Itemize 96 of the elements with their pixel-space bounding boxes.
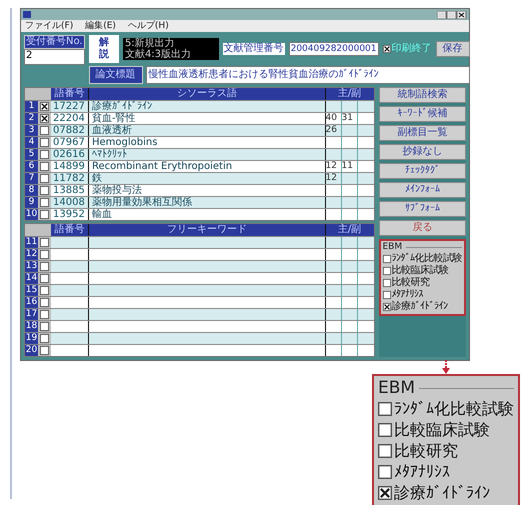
checkbox[interactable] [40, 274, 49, 283]
row-number: 15 [25, 285, 38, 296]
menu-item[interactable]: ファイル(F) [25, 20, 74, 32]
checkbox[interactable] [378, 465, 392, 479]
row-number: 7 [25, 173, 38, 184]
checkbox[interactable] [40, 150, 49, 159]
row-number: 6 [25, 161, 38, 172]
doc-number-label: 文献管理番号 [222, 43, 285, 55]
checkbox[interactable] [40, 126, 49, 135]
menu-item[interactable]: 編集(E) [85, 20, 116, 32]
checkbox[interactable] [382, 45, 391, 53]
group-legend: EBM [382, 242, 402, 253]
checkbox[interactable] [40, 346, 49, 355]
doc-number-field[interactable]: 200409282000001 [288, 42, 379, 56]
checkbox[interactable] [40, 334, 49, 343]
option-label: ﾗﾝﾀﾞﾑ化比較試験 [392, 253, 462, 264]
side-button[interactable]: ﾁｪｯｸﾀｸﾞ [378, 163, 466, 179]
row-number: 3 [25, 125, 38, 136]
checkbox[interactable] [382, 291, 390, 299]
row-number: 4 [25, 137, 38, 148]
checkbox[interactable] [40, 250, 49, 259]
row-number: 10 [25, 209, 38, 220]
checkbox[interactable] [378, 402, 392, 416]
checkbox[interactable] [382, 279, 390, 287]
side-button[interactable]: 戻る [378, 220, 466, 236]
side-button[interactable]: 統制語検索 [378, 87, 466, 103]
side-button[interactable]: 抄録なし [378, 144, 466, 160]
checkbox[interactable] [382, 267, 390, 275]
row-number: 19 [25, 333, 38, 344]
id-field[interactable]: 2 [24, 49, 85, 65]
app-icon [23, 11, 31, 18]
row-number: 13 [25, 261, 38, 272]
column-header: 語番号 [51, 88, 89, 100]
checkbox[interactable] [382, 255, 390, 263]
checkbox[interactable] [382, 303, 390, 311]
checkbox[interactable] [40, 298, 49, 307]
table-cell: 13952 [51, 209, 89, 220]
row-number: 20 [25, 345, 38, 356]
checkbox[interactable] [40, 102, 49, 111]
side-button[interactable]: ｻﾌﾞﾌｫｰﾑ [378, 201, 466, 217]
checkbox[interactable] [40, 322, 49, 331]
checkbox[interactable] [378, 423, 392, 437]
row-number: 1 [25, 101, 38, 112]
option-label: ﾒﾀｱﾅﾘｼｽ [392, 289, 423, 300]
checkbox[interactable] [40, 174, 49, 183]
checkbox[interactable] [40, 198, 49, 207]
row-number: 8 [25, 185, 38, 196]
id-label: 受付番号No. [24, 35, 85, 49]
group-legend: EBM [378, 378, 416, 398]
table-cell: 輸血 [89, 209, 326, 220]
window-controls-icon[interactable] [437, 10, 467, 18]
checkbox[interactable] [40, 262, 49, 271]
option-label: 比較臨床試験 [392, 265, 448, 276]
checkbox[interactable] [378, 444, 392, 458]
side-button[interactable]: ﾒｲﾝﾌｫｰﾑ [378, 182, 466, 198]
checkbox[interactable] [40, 114, 49, 123]
explain-button[interactable]: 解説 [88, 35, 119, 63]
checkbox[interactable] [40, 310, 49, 319]
checkbox[interactable] [40, 186, 49, 195]
checkbox[interactable] [40, 238, 49, 247]
note-line: 5:新規出力 [124, 38, 175, 49]
row-number: 9 [25, 197, 38, 208]
save-button[interactable]: 保存 [436, 41, 470, 57]
row-number: 17 [25, 309, 38, 320]
side-button[interactable]: 副標目一覧 [378, 125, 466, 141]
column-header: シソーラス語 [89, 88, 326, 100]
option-label: ﾒﾀｱﾅﾘｼｽ [394, 462, 450, 482]
side-button[interactable]: ｷｰﾜｰﾄﾞ候補 [378, 106, 466, 122]
row-number: 18 [25, 321, 38, 332]
menu-item[interactable]: ヘルプ(H) [128, 20, 169, 32]
row-number: 11 [25, 237, 38, 248]
row-number: 12 [25, 249, 38, 260]
checkbox-label: 印刷終了 [392, 43, 432, 55]
row-number: 5 [25, 149, 38, 160]
checkbox[interactable] [40, 138, 49, 147]
row-number: 2 [25, 113, 38, 124]
arrow-icon [441, 360, 451, 374]
option-label: 比較研究 [392, 277, 430, 289]
option-label: 比較研究 [394, 441, 458, 461]
row-number: 16 [25, 297, 38, 308]
option-label: 比較臨床試験 [394, 420, 490, 440]
option-label: 診療ｶﾞｲﾄﾞﾗｲﾝ [392, 301, 448, 313]
column-header: 主/副 [326, 88, 374, 100]
note-line: 文献4:3版出力 [124, 49, 192, 60]
checkbox[interactable] [378, 486, 392, 500]
checkbox[interactable] [40, 162, 49, 171]
row-number: 14 [25, 273, 38, 284]
column-header: 主/副 [326, 224, 374, 236]
column-header: 語番号 [51, 224, 89, 236]
title-field[interactable]: 慢性血液透析患者における腎性貧血治療のｶﾞｲﾄﾞﾗｲﾝ [146, 66, 470, 84]
checkbox[interactable] [40, 210, 49, 219]
option-label: 診療ｶﾞｲﾄﾞﾗｲﾝ [394, 483, 490, 503]
option-label: ﾗﾝﾀﾞﾑ化比較試験 [394, 399, 514, 419]
title-button[interactable]: 論文標題 [88, 66, 143, 84]
column-header: フリーキーワード [89, 224, 326, 236]
checkbox[interactable] [40, 286, 49, 295]
